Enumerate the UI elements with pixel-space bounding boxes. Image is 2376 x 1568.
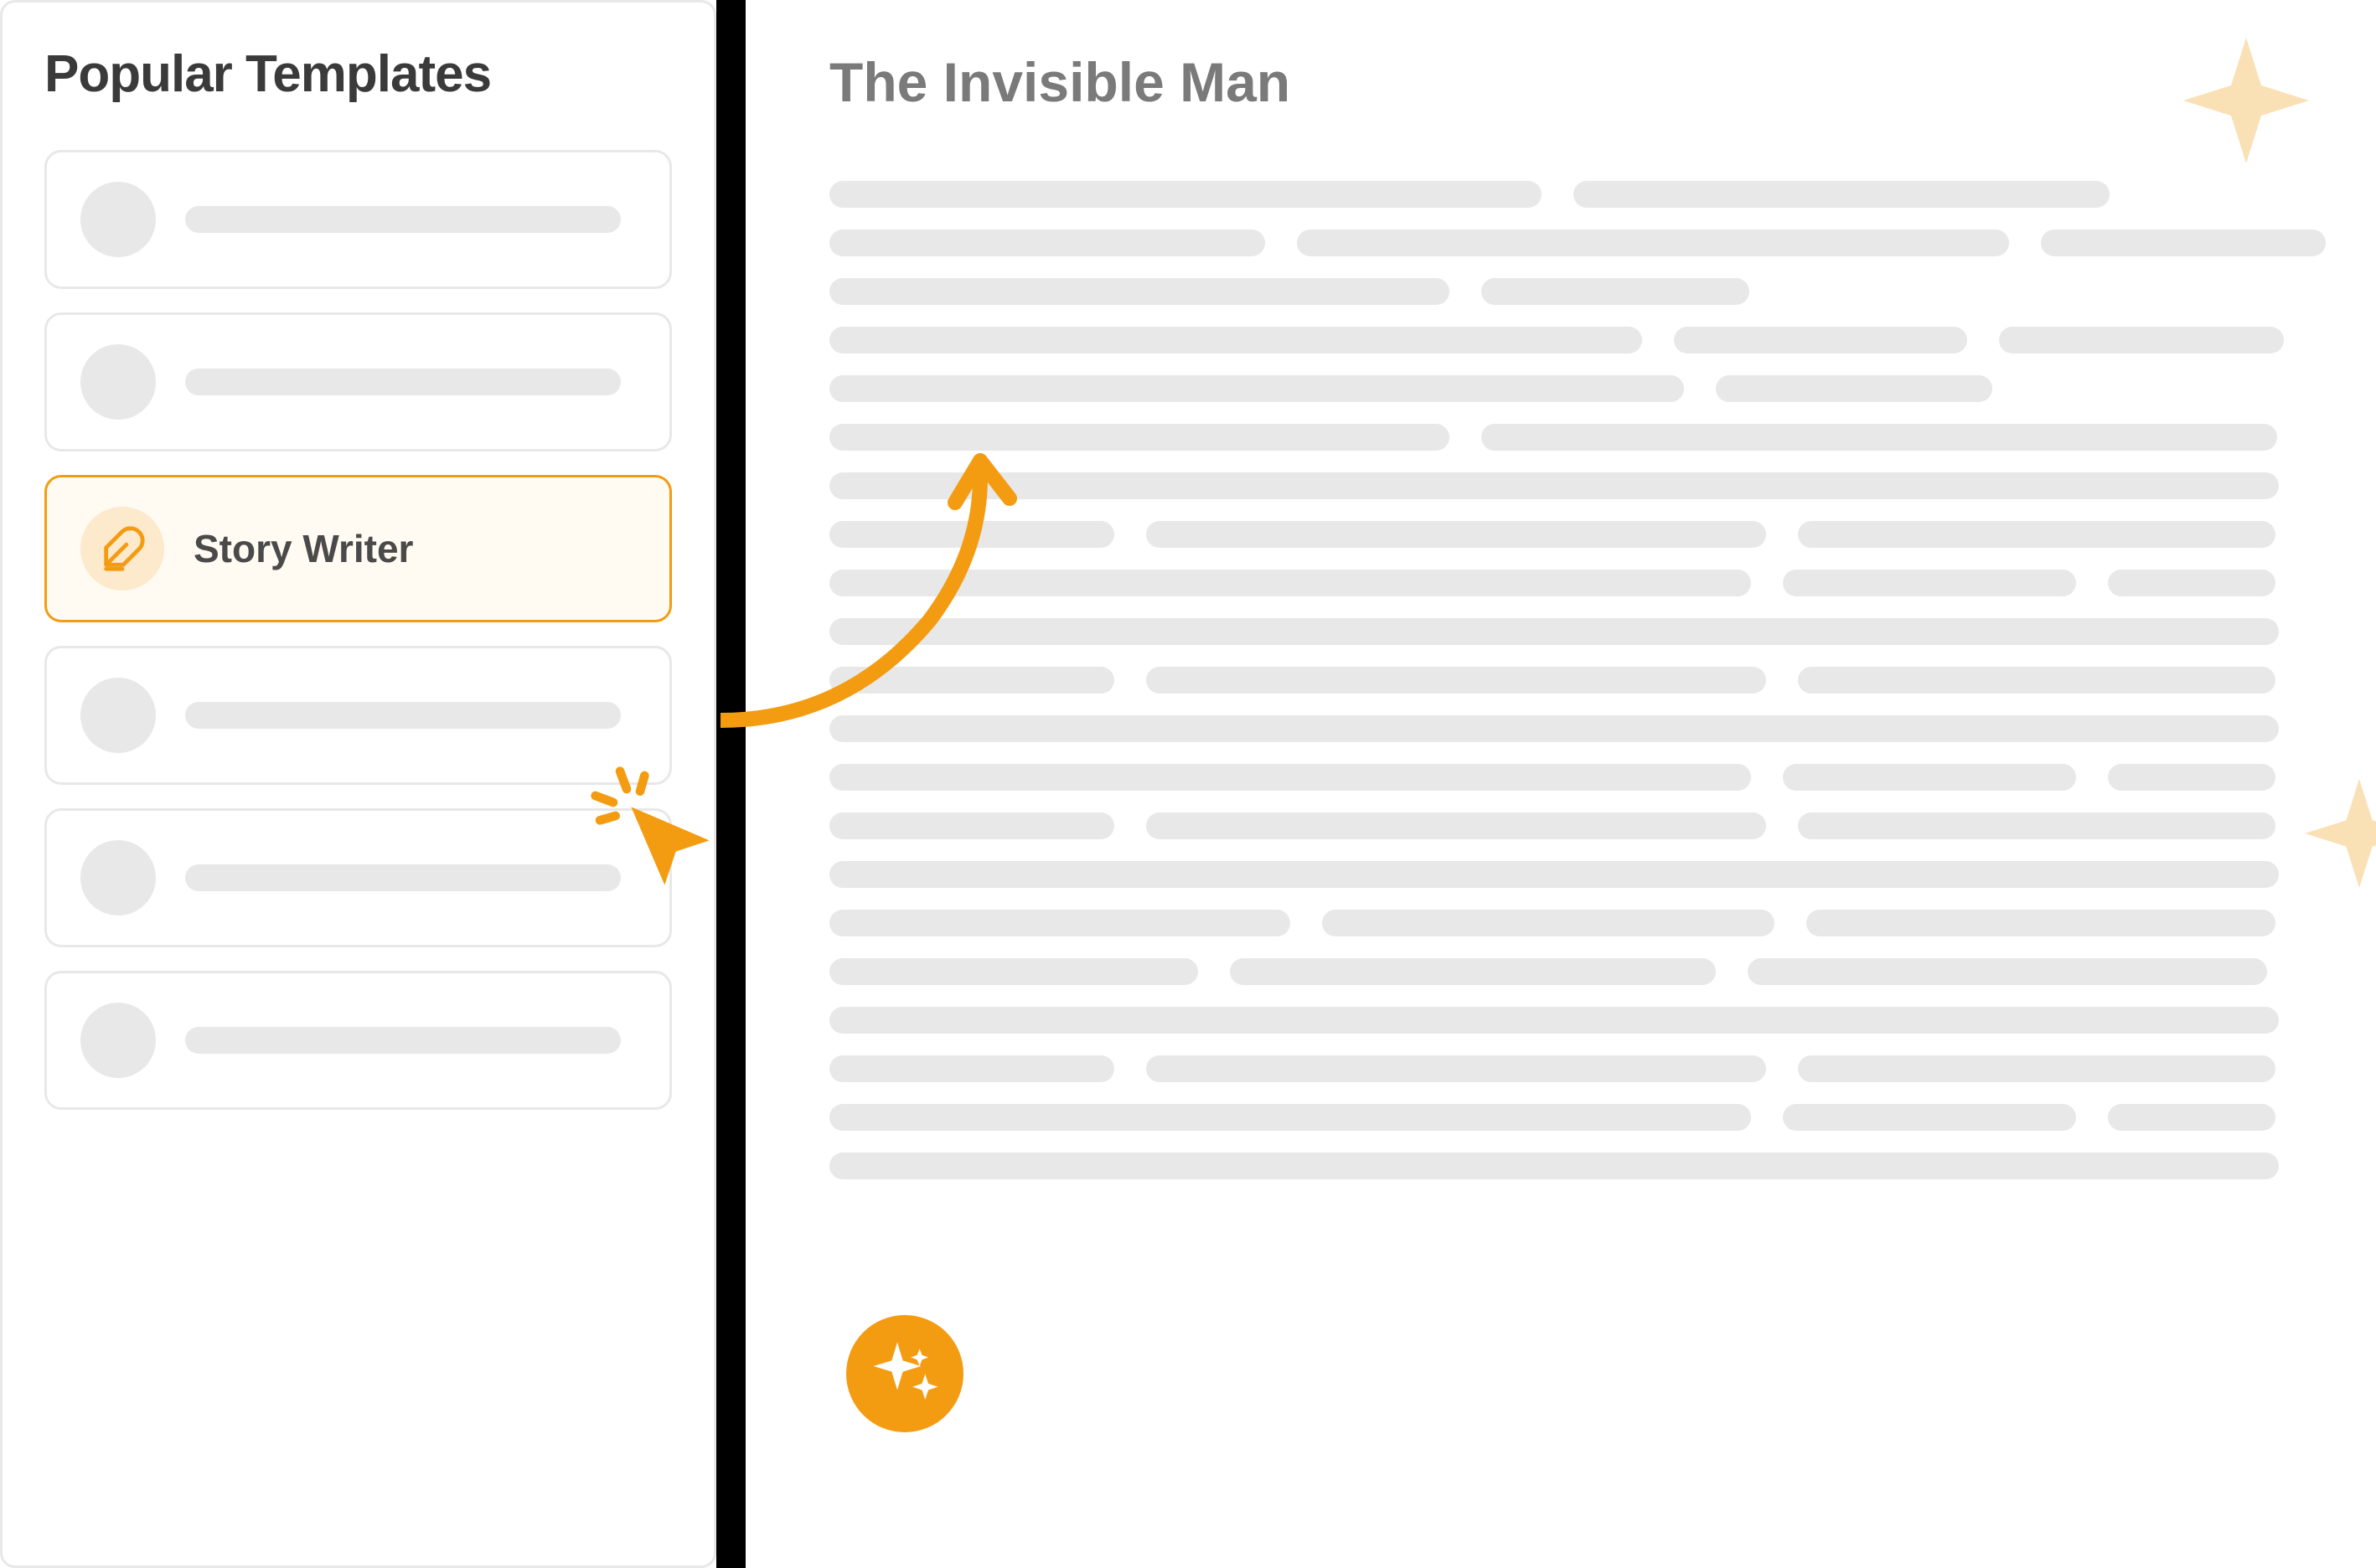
template-label-placeholder [185, 369, 621, 395]
text-line-placeholder [829, 424, 1449, 451]
text-line-placeholder [1798, 667, 2275, 694]
text-line-placeholder [829, 1104, 1751, 1131]
text-line-placeholder [829, 1007, 2279, 1034]
template-item[interactable] [44, 312, 672, 451]
text-line-placeholder [1230, 958, 1716, 985]
template-item[interactable] [44, 971, 672, 1110]
sparkle-icon [865, 1334, 945, 1414]
template-label-placeholder [185, 1027, 621, 1054]
text-line-placeholder [1146, 812, 1766, 839]
text-line-placeholder [829, 861, 2279, 888]
template-item[interactable] [44, 646, 672, 785]
template-icon-placeholder [80, 840, 156, 916]
text-line-placeholder [1481, 278, 1749, 305]
template-label-placeholder [185, 206, 621, 233]
text-line-placeholder [829, 667, 1114, 694]
document-content: The Invisible Man [746, 0, 2376, 1568]
text-line-placeholder [829, 521, 1114, 548]
text-line-placeholder [1999, 327, 2284, 353]
text-line-placeholder [829, 1055, 1114, 1082]
template-item[interactable] [44, 150, 672, 289]
text-line-placeholder [829, 812, 1114, 839]
text-line-placeholder [2108, 570, 2275, 596]
text-line-placeholder [829, 327, 1642, 353]
text-line-placeholder [829, 472, 2279, 499]
text-line-placeholder [1798, 812, 2275, 839]
sparkle-badge[interactable] [846, 1315, 963, 1432]
text-line-placeholder [1783, 1104, 2076, 1131]
text-line-placeholder [1798, 1055, 2275, 1082]
text-line-placeholder [1146, 1055, 1766, 1082]
text-line-placeholder [1674, 327, 1967, 353]
template-item[interactable] [44, 808, 672, 947]
text-line-placeholder [829, 375, 1684, 402]
text-line-placeholder [829, 958, 1198, 985]
text-line-placeholder [829, 618, 2279, 645]
sidebar-title: Popular Templates [44, 44, 672, 104]
text-line-placeholder [829, 181, 1542, 208]
text-line-placeholder [1481, 424, 2277, 451]
text-line-placeholder [2108, 1104, 2275, 1131]
template-icon-placeholder [80, 344, 156, 420]
text-line-placeholder [829, 910, 1290, 936]
text-line-placeholder [1322, 910, 1774, 936]
text-line-placeholder [1146, 667, 1766, 694]
template-label-placeholder [185, 702, 621, 729]
text-line-placeholder [829, 278, 1449, 305]
text-line-placeholder [1297, 230, 2009, 256]
text-line-placeholder [829, 715, 2279, 742]
template-label: Story Writer [194, 526, 413, 571]
template-item-story-writer[interactable]: Story Writer [44, 475, 672, 622]
text-line-placeholder [1806, 910, 2275, 936]
template-icon-placeholder [80, 182, 156, 257]
document-title: The Invisible Man [829, 50, 2334, 114]
text-line-placeholder [1783, 570, 2076, 596]
feather-quill-icon [80, 507, 164, 591]
template-icon-placeholder [80, 1003, 156, 1078]
text-line-placeholder [829, 230, 1265, 256]
text-line-placeholder [1573, 181, 2110, 208]
document-body-placeholder [829, 181, 2334, 1179]
text-line-placeholder [829, 1153, 2279, 1179]
text-line-placeholder [2041, 230, 2326, 256]
text-line-placeholder [1748, 958, 2267, 985]
text-line-placeholder [1783, 764, 2076, 791]
text-line-placeholder [1146, 521, 1766, 548]
text-line-placeholder [829, 764, 1751, 791]
templates-sidebar: Popular Templates Story Writer [0, 0, 716, 1568]
template-label-placeholder [185, 864, 621, 891]
text-line-placeholder [829, 570, 1751, 596]
template-icon-placeholder [80, 678, 156, 753]
vertical-divider [716, 0, 746, 1568]
text-line-placeholder [2108, 764, 2275, 791]
text-line-placeholder [1798, 521, 2275, 548]
text-line-placeholder [1716, 375, 1992, 402]
